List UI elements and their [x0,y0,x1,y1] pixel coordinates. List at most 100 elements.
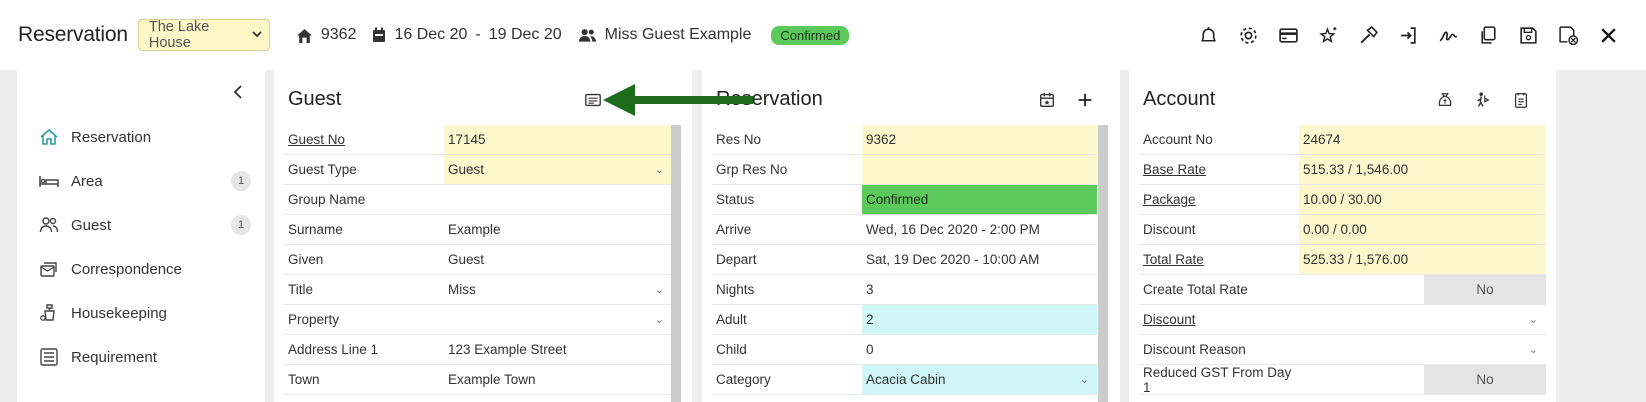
field-label-link[interactable]: Base Rate [1139,155,1299,184]
field-value: Miss [448,282,476,297]
field-label: Surname [288,222,343,237]
field-label-link[interactable]: Discount [1139,305,1299,334]
discount-reason-select[interactable]: ⌄ [1299,335,1546,364]
title-select[interactable]: Miss ⌄ [444,275,672,304]
sidebar-item-guest[interactable]: Guest 1 [39,213,251,237]
save-icon[interactable] [1508,20,1548,50]
gear-icon[interactable] [1228,20,1268,50]
field-value: 10.00 / 30.00 [1303,192,1382,207]
home-icon [39,127,59,147]
reservation-panel-actions [1028,88,1104,112]
count-badge: 1 [231,215,251,235]
guest-scrollbar[interactable] [671,125,681,402]
field-label: Guest Type [288,162,357,177]
discount-select[interactable]: ⌄ [1299,305,1546,334]
toggle-no[interactable]: No [1424,365,1546,394]
field-value: 24674 [1303,132,1341,147]
field-value: Guest [448,252,485,267]
nights-input[interactable]: 3 [862,275,1097,304]
sidebar-item-label: Requirement [71,348,157,366]
chevron-down-icon: ⌄ [1528,314,1538,326]
field-discount-amount: Discount 0.00 / 0.00 [1139,215,1546,245]
town-input[interactable]: Example Town [444,365,672,394]
field-value: Sat, 19 Dec 2020 - 10:00 AM [866,252,1040,267]
calendar-icon[interactable] [1028,88,1066,112]
surname-input[interactable]: Example [444,215,672,244]
hammer-icon[interactable] [1348,20,1388,50]
depart-value[interactable]: Sat, 19 Dec 2020 - 10:00 AM [862,245,1097,274]
sidebar-item-reservation[interactable]: Reservation [39,125,251,149]
guest-type-select[interactable]: Guest ⌄ [444,155,672,184]
field-value: 515.33 / 1,546.00 [1303,162,1409,177]
sign-in-icon[interactable] [1388,20,1428,50]
chevron-left-icon[interactable] [229,82,249,102]
save-cancel-icon[interactable] [1548,20,1588,50]
copy-icon[interactable] [1468,20,1508,50]
property-field-select[interactable]: ⌄ [444,305,672,334]
calendar-icon [372,27,386,43]
reservation-scrollbar[interactable] [1098,125,1108,402]
field-label-link[interactable]: Package [1139,185,1299,214]
field-value: 0 [866,342,874,357]
status-value[interactable]: Confirmed [862,185,1097,214]
field-town: Town Example Town [284,365,672,395]
package-value: 10.00 / 30.00 [1299,185,1546,214]
adult-input[interactable]: 2 [862,305,1097,334]
guest-no-value: 17145 [444,125,672,154]
chevron-down-icon: ⌄ [654,314,664,326]
person-walk-icon[interactable] [1464,88,1502,112]
field-label: Reduced GST From Day 1 [1143,364,1292,395]
field-value: Confirmed [866,192,929,207]
group-name-input[interactable] [444,185,672,214]
field-label: Child [716,342,747,357]
status-badge: Confirmed [771,25,850,45]
create-total-rate-toggle[interactable]: No [1299,275,1546,304]
receipt-icon[interactable] [1502,88,1540,112]
total-rate-value: 525.33 / 1,576.00 [1299,245,1546,274]
signature-icon[interactable] [1428,20,1468,50]
sidebar-item-area[interactable]: Area 1 [39,169,251,193]
field-reduced-gst: Reduced GST From Day 1 No [1139,365,1546,395]
users-icon [39,215,59,235]
sidebar-item-correspondence[interactable]: Correspondence [39,257,251,281]
plus-icon[interactable] [1066,88,1104,112]
field-value: 17145 [448,132,486,147]
category-select[interactable]: Acacia Cabin ⌄ [862,365,1097,394]
credit-card-icon[interactable] [1268,20,1308,50]
sidebar-item-label: Guest [71,216,112,234]
res-no-info: 9362 [296,26,356,44]
given-input[interactable]: Guest [444,245,672,274]
res-no-value: 9362 [862,125,1097,154]
field-value: Example Town [448,372,536,387]
page-title: Reservation [18,23,128,46]
property-select-value: The Lake House [148,19,210,51]
field-value: 9362 [866,132,897,147]
field-label: Grp Res No [716,162,788,177]
field-value: 123 Example Street [448,342,567,357]
child-input[interactable]: 0 [862,335,1097,364]
field-label: Address Line 1 [288,342,379,357]
address-input[interactable]: 123 Example Street [444,335,672,364]
field-label-link[interactable]: Guest No [284,125,444,154]
sparkle-star-icon[interactable] [1308,20,1348,50]
field-total-rate: Total Rate 525.33 / 1,576.00 [1139,245,1546,275]
grp-res-no-value [862,155,1097,184]
arrive-value[interactable]: Wed, 16 Dec 2020 - 2:00 PM [862,215,1097,244]
field-category: Category Acacia Cabin ⌄ [712,365,1097,395]
sidebar-item-requirement[interactable]: Requirement [39,345,251,369]
property-select[interactable]: The Lake House [137,19,270,51]
close-icon[interactable] [1588,20,1628,50]
sidebar-item-housekeeping[interactable]: Housekeeping [39,301,251,325]
toggle-no[interactable]: No [1424,275,1546,304]
reduced-gst-toggle[interactable]: No [1299,365,1546,394]
field-arrive: Arrive Wed, 16 Dec 2020 - 2:00 PM [712,215,1097,245]
money-bag-icon[interactable] [1426,88,1464,112]
bell-icon[interactable] [1188,20,1228,50]
field-label: Discount [1143,222,1196,237]
field-address-line-1: Address Line 1 123 Example Street [284,335,672,365]
field-package: Package 10.00 / 30.00 [1139,185,1546,215]
guest-name: Miss Guest Example [604,26,752,43]
header-toolbar [1188,20,1628,50]
date-from: 16 Dec 20 [394,26,468,43]
field-label-link[interactable]: Total Rate [1139,245,1299,274]
